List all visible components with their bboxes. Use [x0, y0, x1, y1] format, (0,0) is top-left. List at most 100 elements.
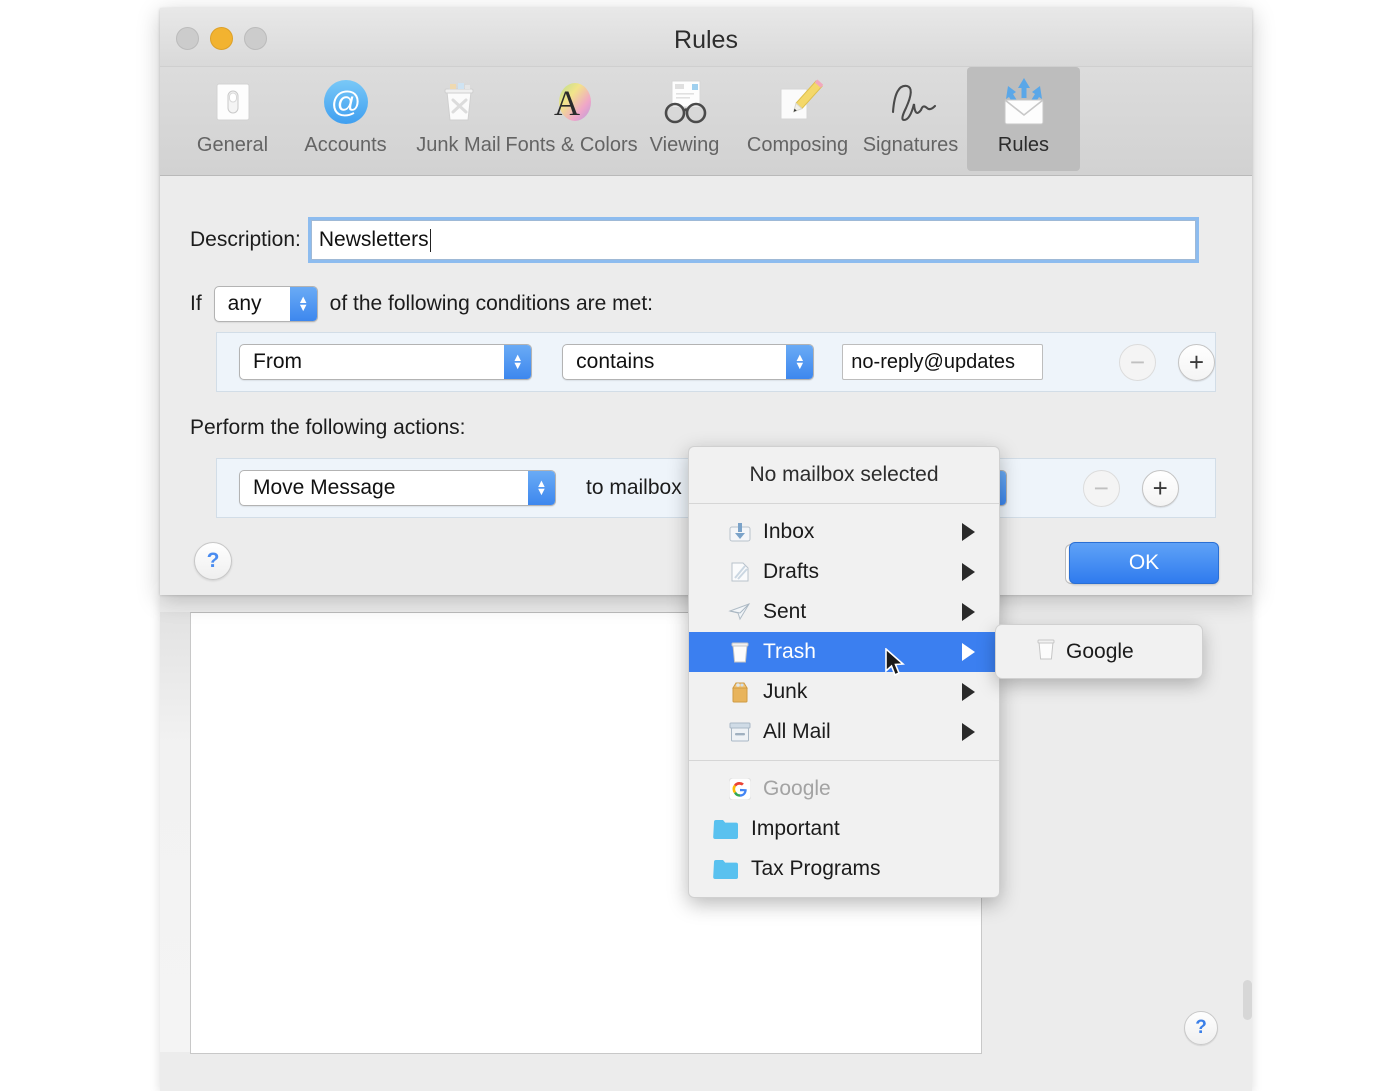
- titlebar: Rules: [160, 8, 1252, 67]
- remove-action-button[interactable]: −: [1083, 470, 1120, 507]
- window-title: Rules: [160, 26, 1252, 55]
- background-help-button[interactable]: ?: [1184, 1011, 1218, 1045]
- menu-item-important[interactable]: Important: [689, 809, 999, 849]
- toolbar-item-composing[interactable]: Composing: [741, 67, 854, 171]
- toolbar-item-fonts-colors[interactable]: A Fonts & Colors: [515, 67, 628, 171]
- toolbar-item-label: Junk Mail: [416, 134, 500, 157]
- submenu-arrow-icon: [962, 563, 975, 581]
- chevron-updown-icon: ▲▼: [504, 345, 531, 379]
- font-color-icon: A: [543, 73, 601, 131]
- menu-item-label: Sent: [763, 600, 806, 624]
- toolbar-item-label: Viewing: [650, 134, 720, 157]
- signature-icon: [882, 73, 940, 131]
- plus-icon: +: [1189, 349, 1204, 375]
- action-row-buttons: − +: [1083, 470, 1179, 507]
- inbox-tray-icon: [727, 520, 753, 544]
- description-row: Description: Newsletters: [190, 220, 1196, 260]
- chevron-updown-icon: ▲▼: [786, 345, 813, 379]
- remove-condition-button[interactable]: −: [1119, 344, 1156, 381]
- submenu-item-label: Google: [1066, 640, 1134, 664]
- trash-icon: [727, 640, 753, 664]
- add-action-button[interactable]: +: [1142, 470, 1179, 507]
- condition-value-text: no-reply@updates: [851, 351, 1015, 374]
- menu-item-label: Junk: [763, 680, 807, 704]
- menu-item-drafts[interactable]: Drafts: [689, 552, 999, 592]
- minus-icon: −: [1130, 349, 1145, 375]
- google-g-icon: [727, 777, 753, 801]
- rules-mail-icon: [995, 73, 1053, 131]
- menu-item-all-mail[interactable]: All Mail: [689, 712, 999, 752]
- minus-icon: −: [1094, 475, 1109, 501]
- menu-item-tax-programs[interactable]: Tax Programs: [689, 849, 999, 889]
- menu-item-label: Trash: [763, 640, 816, 664]
- menu-item-label: Important: [751, 817, 840, 841]
- action-type-popup[interactable]: Move Message ▲▼: [239, 470, 556, 506]
- toolbar-item-label: Fonts & Colors: [505, 134, 637, 157]
- toolbar-item-label: Signatures: [863, 134, 959, 157]
- menu-group-label: Google: [763, 777, 831, 801]
- background-left-gutter: [160, 612, 190, 1052]
- toolbar-item-label: Composing: [747, 134, 848, 157]
- menu-item-label: Inbox: [763, 520, 814, 544]
- chevron-updown-icon: ▲▼: [528, 471, 555, 505]
- description-value: Newsletters: [319, 228, 429, 252]
- menu-account-group: Google Important Tax Programs: [689, 761, 999, 897]
- toolbar-item-label: General: [197, 134, 268, 157]
- menu-mailbox-group: Inbox Drafts: [689, 504, 999, 760]
- drafts-icon: [727, 560, 753, 584]
- toolbar-item-junk-mail[interactable]: Junk Mail: [402, 67, 515, 171]
- toolbar-item-label: Accounts: [304, 134, 386, 157]
- menu-item-junk[interactable]: Junk: [689, 672, 999, 712]
- svg-text:@: @: [330, 86, 360, 119]
- menu-item-inbox[interactable]: Inbox: [689, 512, 999, 552]
- trash-submenu[interactable]: Google: [995, 624, 1203, 679]
- pencil-paper-icon: [769, 73, 827, 131]
- condition-row: From ▲▼ contains ▲▼ no-reply@updates −: [216, 332, 1216, 392]
- sent-plane-icon: [727, 600, 753, 624]
- at-sign-icon: @: [317, 73, 375, 131]
- condition-operator-value: contains: [563, 350, 654, 374]
- menu-item-label: Drafts: [763, 560, 819, 584]
- glasses-icon: [656, 73, 714, 131]
- description-label: Description:: [190, 228, 301, 252]
- switch-icon: [204, 73, 262, 131]
- archive-box-icon: [727, 720, 753, 744]
- description-input[interactable]: Newsletters: [311, 220, 1196, 260]
- sheet-help-button[interactable]: ?: [194, 542, 232, 580]
- toolbar-item-general[interactable]: General: [176, 67, 289, 171]
- menu-item-trash[interactable]: Trash: [689, 632, 999, 672]
- condition-row-buttons: − +: [1119, 344, 1215, 381]
- toolbar-item-rules[interactable]: Rules: [967, 67, 1080, 171]
- submenu-arrow-icon: [962, 723, 975, 741]
- submenu-arrow-icon: [962, 523, 975, 541]
- text-caret: [430, 229, 431, 252]
- toolbar-item-viewing[interactable]: Viewing: [628, 67, 741, 171]
- condition-value-input[interactable]: no-reply@updates: [842, 344, 1043, 380]
- match-type-value: any: [215, 292, 262, 316]
- ok-button[interactable]: OK: [1069, 542, 1219, 584]
- condition-field-popup[interactable]: From ▲▼: [239, 344, 532, 380]
- toolbar-item-signatures[interactable]: Signatures: [854, 67, 967, 171]
- background-scrollbar[interactable]: [1243, 980, 1252, 1020]
- menu-group-header-google: Google: [689, 769, 999, 809]
- menu-item-sent[interactable]: Sent: [689, 592, 999, 632]
- junk-bin-icon: [430, 73, 488, 131]
- submenu-arrow-icon: [962, 683, 975, 701]
- mouse-cursor: [884, 648, 906, 685]
- trash-icon: [1036, 638, 1056, 666]
- sheet-help-label: ?: [207, 549, 220, 573]
- condition-field-value: From: [240, 350, 302, 374]
- toolbar-item-accounts[interactable]: @ Accounts: [289, 67, 402, 171]
- submenu-arrow-icon: [962, 643, 975, 661]
- plus-icon: +: [1153, 475, 1168, 501]
- condition-operator-popup[interactable]: contains ▲▼: [562, 344, 814, 380]
- if-tail-label: of the following conditions are met:: [330, 292, 653, 316]
- submenu-arrow-icon: [962, 603, 975, 621]
- if-label: If: [190, 292, 202, 316]
- to-mailbox-label: to mailbox: [586, 476, 682, 500]
- match-type-popup[interactable]: any ▲▼: [214, 286, 318, 322]
- menu-item-label: All Mail: [763, 720, 831, 744]
- menu-item-label: Tax Programs: [751, 857, 881, 881]
- screen: ? Rules General: [0, 0, 1400, 1091]
- add-condition-button[interactable]: +: [1178, 344, 1215, 381]
